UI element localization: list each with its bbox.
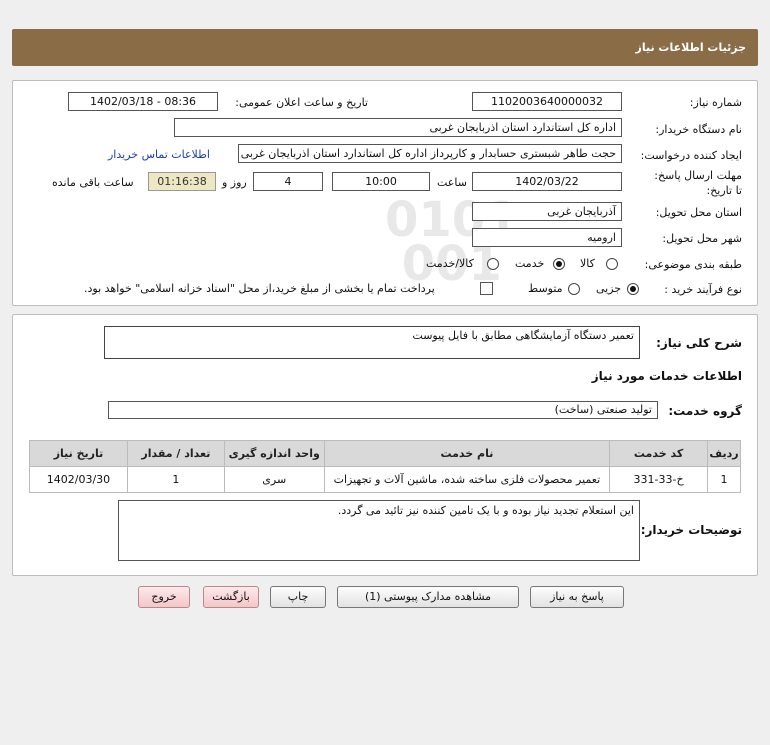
province-label: استان محل تحویل:: [655, 206, 742, 219]
process-option-medium: متوسط: [528, 282, 563, 295]
treasury-payment-note: پرداخت تمام یا بخشی از مبلغ خرید،از محل …: [84, 282, 435, 295]
category-radio-service[interactable]: [553, 258, 565, 270]
remaining-time-field: 01:16:38: [148, 172, 216, 191]
summary-label: شرح کلی نیاز:: [656, 336, 742, 350]
category-option-goods: کالا: [580, 257, 595, 270]
category-option-goods-service: کالا/خدمت: [426, 257, 474, 270]
days-field: 4: [253, 172, 323, 191]
process-radio-minor[interactable]: [627, 283, 639, 295]
need-info-panel: [12, 80, 758, 306]
col-row: ردیف: [707, 440, 741, 467]
attachments-button[interactable]: مشاهده مدارک پیوستی (1): [337, 586, 519, 608]
service-group-field: تولید صنعتی (ساخت): [108, 401, 658, 419]
cell-qty: 1: [126, 466, 225, 493]
treasury-payment-checkbox[interactable]: [480, 282, 493, 295]
time-label: ساعت: [437, 176, 467, 189]
table-header-row: ردیف کد خدمت نام خدمت واحد اندازه گیری ت…: [29, 440, 741, 467]
process-label: نوع فرآیند خرید :: [664, 283, 742, 296]
buyer-org-field: اداره کل استاندارد استان اذربایجان غربی: [174, 118, 622, 137]
back-button[interactable]: بازگشت: [203, 586, 259, 608]
category-radio-goods-service[interactable]: [487, 258, 499, 270]
summary-field: تعمیر دستگاه آزمایشگاهی مطابق با فایل پی…: [104, 326, 640, 359]
col-name: نام خدمت: [323, 440, 611, 467]
creator-label: ایجاد کننده درخواست:: [640, 149, 742, 162]
page-title: جزئیات اطلاعات نیاز: [635, 41, 747, 54]
category-radio-goods[interactable]: [606, 258, 618, 270]
category-option-service: خدمت: [515, 257, 545, 270]
cell-unit: سری: [223, 466, 325, 493]
need-number-label: شماره نیاز:: [689, 96, 742, 109]
deadline-time-field: 10:00: [332, 172, 430, 191]
creator-field: حجت طاهر شبستری حسابدار و کارپرداز اداره…: [238, 144, 622, 163]
cell-name: تعمیر محصولات فلزی ساخته شده، ماشین آلات…: [323, 466, 611, 493]
col-date: تاریخ نیاز: [29, 440, 128, 467]
city-label: شهر محل تحویل:: [662, 232, 742, 245]
col-code: کد خدمت: [609, 440, 709, 467]
category-label: طبقه بندی موضوعی:: [644, 258, 742, 271]
deadline-date-field: 1402/03/22: [472, 172, 622, 191]
days-label: روز و: [222, 176, 247, 189]
process-radio-medium[interactable]: [568, 283, 580, 295]
buyer-notes-label: توضیحات خریدار:: [640, 523, 742, 537]
col-qty: تعداد / مقدار: [126, 440, 225, 467]
exit-button[interactable]: خروج: [138, 586, 190, 608]
deadline-label: مهلت ارسال پاسخ: تا تاریخ:: [654, 168, 742, 198]
cell-date: 1402/03/30: [29, 466, 128, 493]
need-number-field: 1102003640000032: [472, 92, 622, 111]
services-table: ردیف کد خدمت نام خدمت واحد اندازه گیری ت…: [29, 440, 741, 493]
page-header: جزئیات اطلاعات نیاز: [12, 29, 758, 66]
deadline-label-text: مهلت ارسال پاسخ: تا تاریخ:: [654, 169, 742, 197]
col-unit: واحد اندازه گیری: [223, 440, 325, 467]
services-title: اطلاعات خدمات مورد نیاز: [591, 369, 742, 383]
reply-button[interactable]: پاسخ به نیاز: [530, 586, 624, 608]
remaining-label: ساعت باقی مانده: [52, 176, 134, 189]
city-field: ارومیه: [472, 228, 622, 247]
service-group-label: گروه خدمت:: [668, 404, 742, 418]
buyer-contact-link[interactable]: اطلاعات تماس خریدار: [108, 148, 210, 161]
buyer-org-label: نام دستگاه خریدار:: [655, 123, 742, 136]
process-option-minor: جزیی: [596, 282, 622, 295]
cell-row: 1: [707, 466, 741, 493]
table-row: 1 خ-33-331 تعمیر محصولات فلزی ساخته شده،…: [29, 466, 741, 493]
announce-field: 1402/03/18 - 08:36: [68, 92, 218, 111]
announce-label: تاریخ و ساعت اعلان عمومی:: [235, 96, 368, 109]
print-button[interactable]: چاپ: [270, 586, 326, 608]
buyer-notes-field: این استعلام تجدید نیاز بوده و با یک تامی…: [118, 500, 640, 561]
cell-code: خ-33-331: [609, 466, 709, 493]
province-field: آذربایجان غربی: [472, 202, 622, 221]
services-table-wrap: ردیف کد خدمت نام خدمت واحد اندازه گیری ت…: [29, 440, 741, 493]
